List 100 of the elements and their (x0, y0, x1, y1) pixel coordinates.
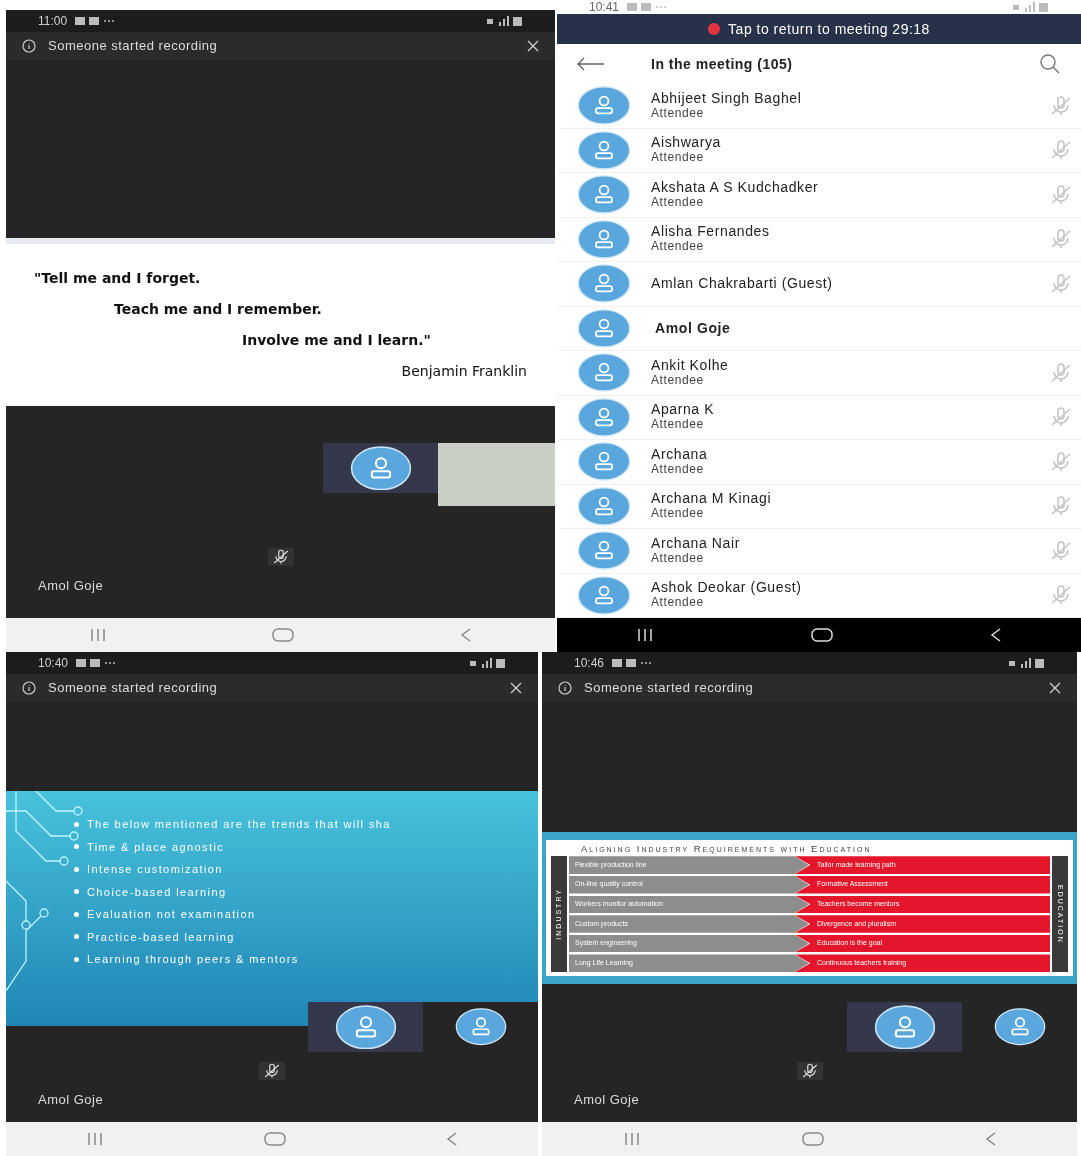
avatar-icon (577, 130, 631, 170)
avatar-icon (577, 308, 631, 348)
close-icon[interactable] (527, 40, 539, 52)
back-arrow-icon[interactable] (577, 57, 605, 71)
bullet-icon (74, 821, 79, 827)
bullet-icon (74, 889, 79, 895)
mic-off-icon (263, 1062, 281, 1080)
notification-icons (75, 16, 116, 26)
speaker-name: Amol Goje (574, 1091, 640, 1109)
participant-name: Abhijeet Singh Baghel (651, 90, 803, 106)
avatar-icon (577, 397, 631, 437)
bullet-icon (74, 934, 79, 940)
bullet-point: Time & place agnostic (74, 838, 391, 855)
participant-role: Attendee (651, 150, 705, 166)
bullet-icon (74, 866, 79, 872)
signal-battery-icon (470, 658, 506, 668)
close-icon[interactable] (1049, 682, 1061, 694)
participant-role: Attendee (651, 550, 705, 566)
quote-line: "Tell me and I forget. (34, 269, 201, 288)
participant-name: Aparna K (651, 402, 716, 418)
participant-name: Archana Nair (651, 535, 741, 551)
speaker-name: Amol Goje (38, 1091, 104, 1109)
participant-name: Archana M Kinagi (651, 491, 773, 507)
info-icon (558, 681, 572, 695)
mic-off-icon (1049, 449, 1073, 474)
participant-row[interactable]: Aishwarya Attendee (557, 128, 1081, 173)
banner-text: Someone started recording (48, 37, 219, 56)
slide-title: Aligning Industry Requirements with Education (581, 842, 873, 856)
clock-time: 10:46 (574, 657, 605, 669)
participant-name: Alisha Fernandes (651, 224, 771, 240)
avatar-icon (577, 486, 631, 526)
participant-row[interactable]: Archana M Kinagi Attendee (557, 484, 1081, 529)
mic-off-icon (1049, 538, 1073, 563)
participant-name: Ankit Kolhe (651, 357, 730, 373)
bullet-point: Evaluation not examination (74, 906, 391, 923)
mic-off-icon (271, 548, 290, 566)
participant-role: Attendee (651, 105, 704, 121)
banner-text: Someone started recording (48, 679, 219, 698)
clock-time: 10:41 (589, 1, 620, 13)
recent-apps-icon[interactable] (635, 629, 654, 641)
signal-battery-icon (1009, 658, 1045, 668)
participant-row[interactable]: Aparna K Attendee (557, 395, 1081, 440)
bullet-icon (74, 956, 79, 962)
avatar-icon (993, 1008, 1046, 1046)
mic-off-icon (1049, 360, 1073, 385)
participant-role: Attendee (651, 417, 705, 433)
participant-role: Attendee (651, 506, 705, 522)
participant-role: Attendee (651, 595, 705, 611)
clock-time: 11:00 (38, 15, 68, 27)
search-icon[interactable] (1039, 54, 1061, 74)
notification-icons (627, 2, 668, 12)
avatar-icon (349, 445, 412, 491)
participant-role: Attendee (651, 372, 705, 388)
avatar-icon (334, 1004, 397, 1050)
participant-row[interactable]: Archana Nair Attendee (557, 529, 1081, 574)
mic-off-icon (1049, 93, 1073, 118)
info-icon (22, 39, 36, 53)
signal-battery-icon (1013, 2, 1049, 12)
participant-row[interactable]: Archana Attendee (557, 440, 1081, 485)
participant-name: Amol Goje (655, 320, 732, 336)
participant-name: Akshata A S Kudchadker (651, 179, 820, 195)
participant-row[interactable]: Abhijeet Singh Baghel Attendee (557, 84, 1081, 129)
participant-name: Archana (651, 446, 709, 462)
bullet-icon (74, 844, 79, 850)
bullet-point: Practice-based learning (74, 928, 391, 945)
close-icon[interactable] (510, 682, 522, 694)
avatar-icon (577, 442, 631, 482)
participant-role: Attendee (651, 194, 705, 210)
participant-row[interactable]: Amol Goje (557, 306, 1081, 351)
quote-line: Benjamin Franklin (401, 362, 527, 381)
participant-role: Attendee (651, 461, 705, 477)
participant-row[interactable]: Akshata A S Kudchadker Attendee (557, 173, 1081, 218)
bullet-point: Learning through peers & mentors (74, 951, 391, 968)
avatar-icon (577, 264, 631, 304)
notification-icons (612, 658, 653, 668)
avatar-icon (577, 575, 631, 615)
mic-off-icon (800, 1062, 819, 1080)
return-to-meeting-banner[interactable]: Tap to return to meeting 29:18 (557, 14, 1081, 44)
participant-row[interactable]: Amlan Chakrabarti (Guest) (557, 262, 1081, 307)
quote-line: Involve me and I learn." (242, 331, 431, 350)
notification-icons (76, 658, 117, 668)
banner-text: Someone started recording (584, 679, 755, 698)
avatar-icon (454, 1008, 507, 1046)
quote-line: Teach me and I remember. (114, 300, 322, 319)
avatar-icon (577, 86, 631, 126)
bullet-point: Choice-based learning (74, 883, 391, 900)
clock-time: 10:40 (38, 657, 69, 669)
mic-off-icon (1049, 182, 1073, 207)
participant-name: Aishwarya (651, 135, 722, 151)
participant-row[interactable]: Ankit Kolhe Attendee (557, 351, 1081, 396)
avatar-icon (873, 1004, 936, 1050)
bullet-point: Intense customization (74, 861, 391, 878)
info-icon (22, 681, 36, 695)
participant-name: Amlan Chakrabarti (Guest) (651, 276, 834, 292)
avatar-icon (577, 175, 631, 215)
bullet-icon (74, 911, 79, 917)
speaker-name: Amol Goje (38, 577, 104, 595)
screen-title: In the meeting (105) (651, 54, 794, 74)
participant-row[interactable]: Alisha Fernandes Attendee (557, 217, 1081, 262)
avatar-icon (577, 353, 631, 393)
